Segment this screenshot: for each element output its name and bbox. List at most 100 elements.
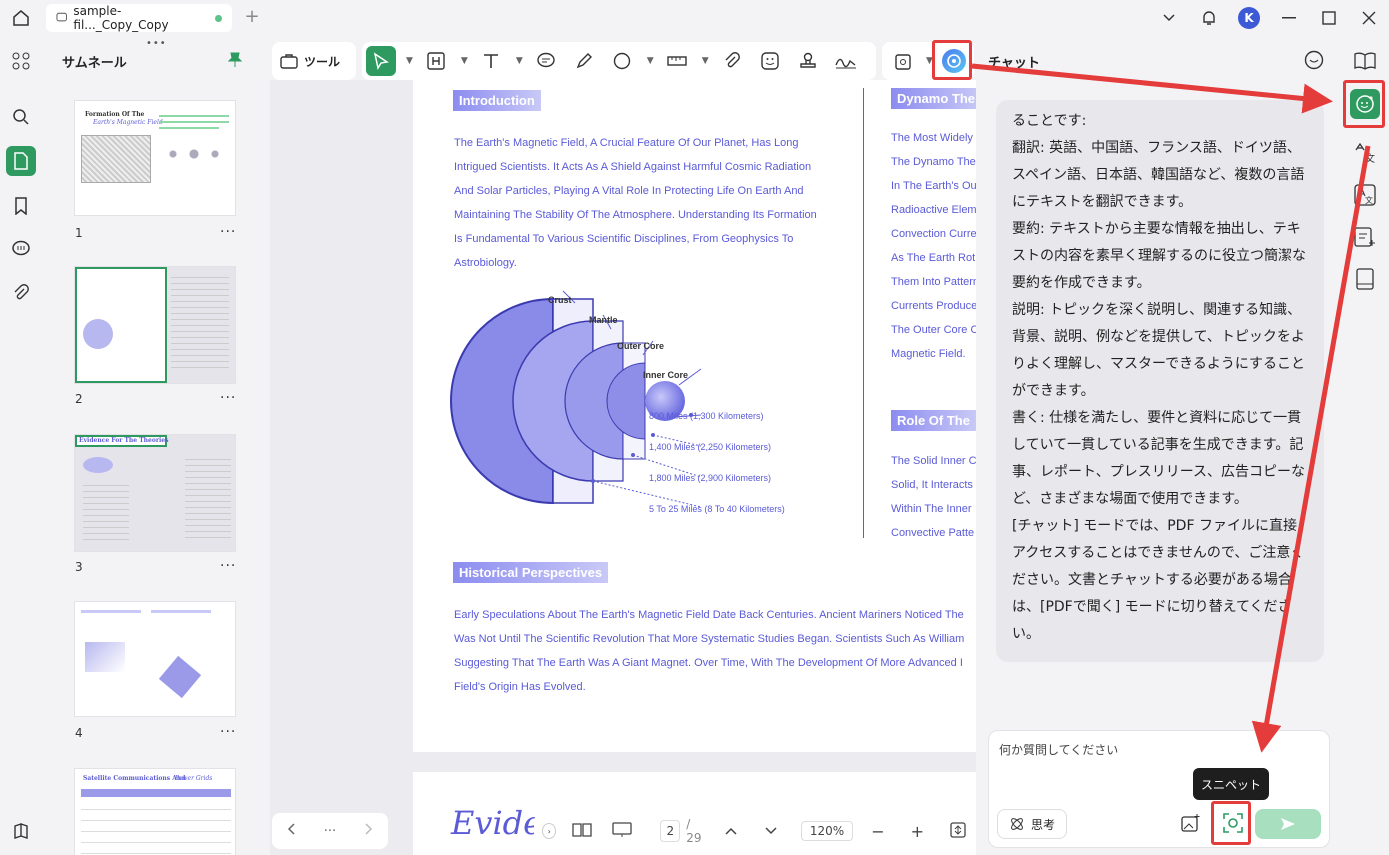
chevron-down-icon[interactable]: ▼ [702,56,709,66]
document-tab[interactable]: sample-fil..._Copy_Copy [46,4,232,32]
pen-tool-button[interactable] [569,46,599,76]
rail-bookmarks[interactable] [6,191,36,221]
intro-line: Maintaining The Stability Of The Atmosph… [454,209,817,221]
history-line: Early Speculations About The Earth's Mag… [454,609,964,621]
comment-tool-button[interactable] [531,46,561,76]
rail-layers[interactable] [6,816,36,846]
tools-button[interactable]: ツール [272,42,356,80]
image-upload-button[interactable] [1181,813,1201,837]
thumbnail-more-button[interactable]: ··· [220,224,236,240]
attach-tool-button[interactable] [717,46,747,76]
shape-tool-button[interactable] [607,46,637,76]
svg-text:文: 文 [1365,195,1373,205]
chevron-down-icon[interactable]: ▼ [461,56,468,66]
pin-button[interactable] [227,52,243,72]
next-button[interactable] [365,823,373,839]
right-line: The Most Widely [891,132,973,144]
notifications-button[interactable] [1189,0,1229,36]
signature-tool-button[interactable] [831,46,861,76]
intro-line: The Earth's Magnetic Field, A Crucial Fe… [454,137,799,149]
maximize-button[interactable] [1309,0,1349,36]
thumbnail-page-1[interactable]: Formation Of The Earth's Magnetic Field [74,100,236,216]
label-crust: Crust [548,295,572,305]
message-paragraph: 説明: トピックを深く説明し、関連する知識、背景、説明、例などを提供して、トピッ… [1012,302,1306,399]
measure-tool-button[interactable] [662,46,692,76]
close-window-button[interactable] [1349,0,1389,36]
ocr-button[interactable] [888,46,918,76]
minimize-button[interactable] [1269,0,1309,36]
rail-translate-button[interactable]: 文 [1350,138,1380,168]
thumbnail-nav: ··· [272,813,388,849]
rail-ocr-button[interactable]: 文 [1350,180,1380,210]
rail-search[interactable] [6,102,36,132]
panel-drag-handle[interactable]: ••• [146,38,167,49]
history-line: Field's Origin Has Evolved. [454,681,586,693]
tools-label: ツール [304,54,341,69]
thumbnail-page-4[interactable] [74,601,236,717]
right-rail: 文 文 [1342,38,1389,855]
account-button[interactable]: K [1229,0,1269,36]
prev-page-button[interactable] [725,824,737,838]
text-tool-button[interactable] [476,46,506,76]
chevron-down-icon[interactable]: ▼ [516,56,523,66]
send-button[interactable] [1255,809,1321,839]
highlight-tool-button[interactable] [421,46,451,76]
next-page-button[interactable] [765,824,777,838]
thumbnail-page-3[interactable]: Evidence For The Theories [74,434,236,552]
new-tab-button[interactable]: + [242,7,262,27]
select-tool-button[interactable] [366,46,396,76]
left-rail [0,36,42,855]
rail-library-button[interactable] [1350,264,1380,294]
highlight-box-ai-button [932,40,972,80]
home-icon [13,10,29,26]
thumbnail-more-button[interactable]: ··· [220,390,236,406]
prev-button[interactable] [287,823,295,839]
sticker-tool-button[interactable] [755,46,785,76]
rail-thumbnails[interactable] [6,146,36,176]
more-button[interactable]: ··· [324,824,336,839]
thumb-heading: Formation Of The [85,111,145,118]
pdf-page: Introduction The Earth's Magnetic Field,… [413,80,976,752]
thumbnail-panel-title: サムネール [62,56,127,71]
pin-icon [227,52,243,67]
dropdown-chevron-button[interactable] [1149,0,1189,36]
snippet-tooltip: スニペット [1193,768,1269,800]
paperclip-icon [725,52,740,68]
document-viewer[interactable]: Introduction The Earth's Magnetic Field,… [270,80,976,855]
right-line: Radioactive Elem [891,204,976,216]
presentation-button[interactable] [612,821,633,841]
page-layout-button[interactable] [572,822,593,841]
rail-comments[interactable] [6,234,36,264]
stamp-tool-button[interactable] [793,46,823,76]
zoom-level[interactable]: 120% [800,821,854,841]
clock-icon [1304,50,1324,70]
page-number-input[interactable]: 2 [660,820,681,842]
page-total: / 29 [686,817,702,845]
right-column: Dynamo The The Most Widely The Dynamo Th… [891,80,976,560]
thumbnail-page-5[interactable]: Satellite Communications And Power Grids [74,768,236,855]
thumbnail-more-button[interactable]: ··· [220,724,236,740]
think-button[interactable]: 思考 [997,809,1067,839]
home-button[interactable] [8,6,34,30]
rail-read-button[interactable] [1350,46,1380,76]
chat-panel: チャット ることです: 翻訳: 英語、中国語、フランス語、ドイツ語、スペイン語、… [978,38,1340,855]
close-icon [1362,11,1376,25]
zoom-out-button[interactable]: − [871,822,884,841]
chevron-down-icon[interactable]: ▼ [647,56,654,66]
chevron-right-icon [365,823,373,835]
rail-apps[interactable] [6,46,36,76]
thumbnail-page-2[interactable] [74,266,236,384]
pen-icon [576,53,592,69]
section-heading-introduction: Introduction [453,90,541,111]
chat-input[interactable]: 何か質問してください 思考 [988,730,1330,848]
thumbnail-more-button[interactable]: ··· [220,558,236,574]
zoom-in-button[interactable]: + [911,822,924,841]
history-button[interactable] [1304,50,1324,74]
rail-summary-button[interactable] [1350,222,1380,252]
collapse-button[interactable]: › [542,823,557,839]
chevron-down-icon[interactable]: ▼ [406,56,413,66]
section-heading-role: Role Of The [891,410,976,431]
rail-attachments[interactable] [6,278,36,308]
fit-page-button[interactable] [950,821,966,841]
message-paragraph: 翻訳: 英語、中国語、フランス語、ドイツ語、スペイン語、日本語、韓国語など、複数… [1012,140,1305,210]
